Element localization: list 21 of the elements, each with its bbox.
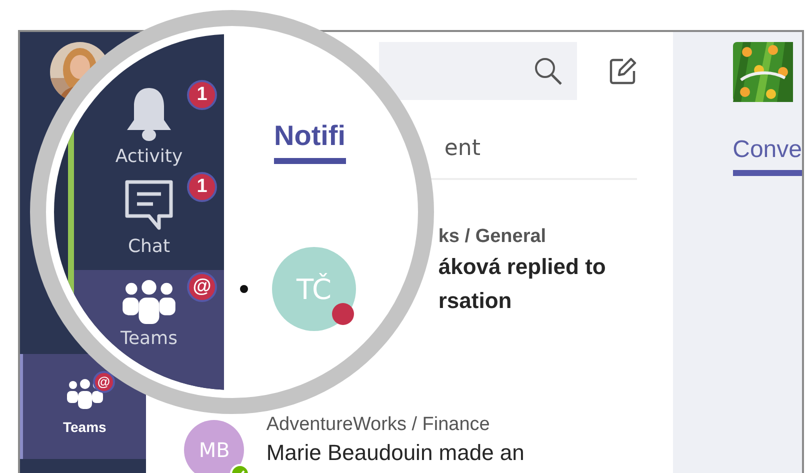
busy-status-icon <box>332 303 354 325</box>
notification-text: rsation <box>438 287 512 315</box>
user-avatar: TČ <box>272 247 356 331</box>
mention-badge: @ <box>187 272 217 302</box>
chat-icon <box>123 178 175 232</box>
activity-nav-item[interactable]: Activity <box>113 82 185 167</box>
count-badge: 1 <box>187 172 217 202</box>
compose-icon[interactable] <box>609 57 638 85</box>
chat-nav-item[interactable]: Chat <box>121 174 177 257</box>
search-field[interactable] <box>379 42 578 100</box>
notification-text: áková replied to <box>438 253 606 281</box>
channel-name: AdventureWorks / Finance <box>266 413 490 437</box>
notifications-tab[interactable]: Notifi <box>274 120 346 164</box>
teams-nav-item[interactable]: @ Teams <box>20 354 146 459</box>
count-badge: 1 <box>187 80 217 110</box>
recent-tab[interactable]: ent <box>444 136 480 161</box>
channel-name: ks / General <box>438 225 546 249</box>
search-icon <box>533 56 564 86</box>
notification-text: Marie Beaudouin made an <box>266 439 524 467</box>
conversations-tab[interactable]: Conve <box>732 136 802 176</box>
mention-badge: @ <box>92 370 115 392</box>
